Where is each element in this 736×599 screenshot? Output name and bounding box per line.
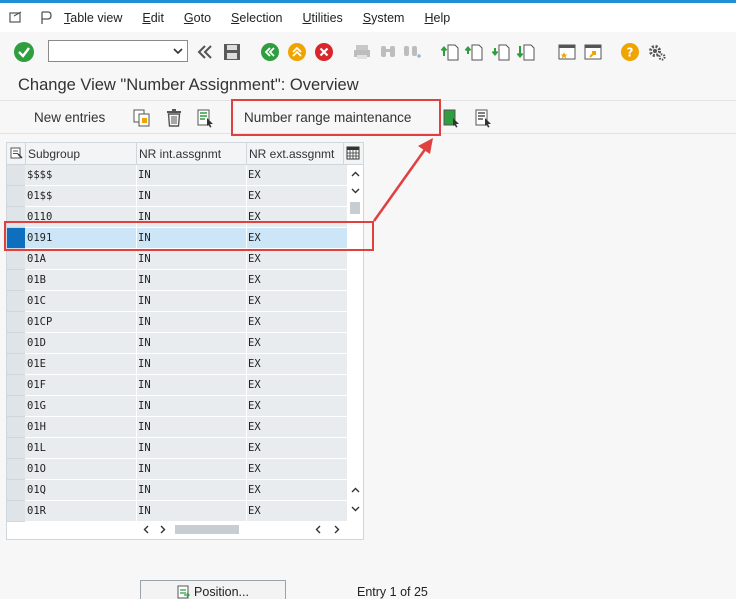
position-button-label: Position...	[194, 585, 249, 599]
annotation-arrow	[372, 138, 433, 222]
position-icon	[177, 585, 191, 599]
position-button[interactable]: Position...	[140, 580, 286, 599]
entry-count: Entry 1 of 25	[357, 585, 428, 599]
